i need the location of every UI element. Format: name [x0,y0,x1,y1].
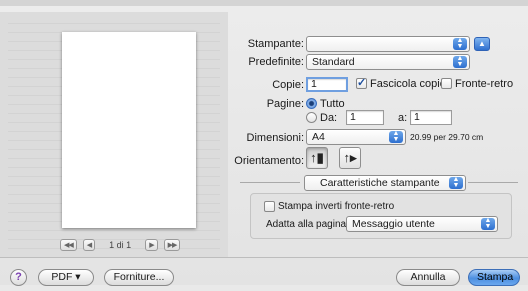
pages-from-label: Da: [320,112,338,124]
copies-label: Copie: [272,79,304,91]
prev-page-button[interactable]: ◀ [82,239,96,251]
pages-from-radio[interactable] [306,112,317,123]
pages-from-input[interactable]: 1 [346,110,384,125]
pages-label: Pagine: [266,98,304,110]
paper-size-select[interactable]: A4 ▲ ▼ [306,129,406,145]
printer-select[interactable]: ▲ ▼ [306,36,470,52]
print-button[interactable]: Stampa [468,269,520,286]
portrait-orientation-button[interactable]: ↑▮ [306,147,328,169]
portrait-icon: ↑▮ [310,150,324,165]
panel-divider-left [240,182,300,183]
orientation-label: Orientamento: [234,155,304,167]
presets-select-arrow-icon: ▲ ▼ [453,55,467,68]
pages-to-label: a: [398,112,408,124]
last-page-button[interactable]: ▶▶ [163,239,181,251]
presets-select[interactable]: Standard ▲ ▼ [306,54,470,70]
pages-all-radio[interactable] [306,98,317,109]
printer-select-arrow-icon: ▲ ▼ [453,37,467,50]
supplies-button[interactable]: Forniture... [104,269,174,286]
landscape-orientation-button[interactable]: ↑▸ [339,147,361,169]
presets-label: Predefinite: [248,56,304,68]
panel-select[interactable]: Caratteristiche stampante ▲ ▼ [304,175,466,191]
paper-dimensions: 20.99 per 29.70 cm [410,132,484,142]
collate-label: Fascicola copie [370,78,446,90]
paper-size-label: Dimensioni: [246,132,304,144]
first-page-button[interactable]: ◀◀ [60,239,77,251]
duplex-label: Fronte-retro [455,78,514,90]
printer-label: Stampante: [247,38,304,50]
fit-to-page-label: Adatta alla pagina: [266,219,349,230]
preview-pager: ◀◀ ◀ 1 di 1 ▶ ▶▶ [60,238,181,252]
reverse-duplex-checkbox[interactable] [264,201,275,212]
page-indicator: 1 di 1 [109,240,132,250]
pages-to-input[interactable]: 1 [410,110,452,125]
panel-select-arrow-icon: ▲ ▼ [449,176,463,189]
help-button[interactable]: ? [10,269,27,286]
fit-to-page-select-arrow-icon: ▲ ▼ [481,217,495,230]
pages-all-label: Tutto [320,98,345,110]
paper-size-select-arrow-icon: ▲ ▼ [389,130,403,143]
copies-input[interactable]: 1 [306,77,348,92]
next-page-button[interactable]: ▶ [145,239,158,251]
expand-dialog-button[interactable]: ▲ [474,37,490,51]
pdf-menu-button[interactable]: PDF ▾ [38,269,94,286]
duplex-checkbox[interactable] [441,78,452,89]
collate-checkbox[interactable]: ✓ [356,78,367,89]
print-dialog: ◀◀ ◀ 1 di 1 ▶ ▶▶ Stampante: ▲ ▼ ▲ Predefi… [0,0,528,286]
landscape-icon: ↑▸ [343,150,357,165]
reverse-duplex-label: Stampa inverti fronte-retro [278,201,395,212]
page-preview [62,32,196,228]
panel-divider-right [468,182,518,183]
fit-to-page-select[interactable]: Messaggio utente ▲ ▼ [346,216,498,232]
cancel-button[interactable]: Annulla [396,269,460,286]
